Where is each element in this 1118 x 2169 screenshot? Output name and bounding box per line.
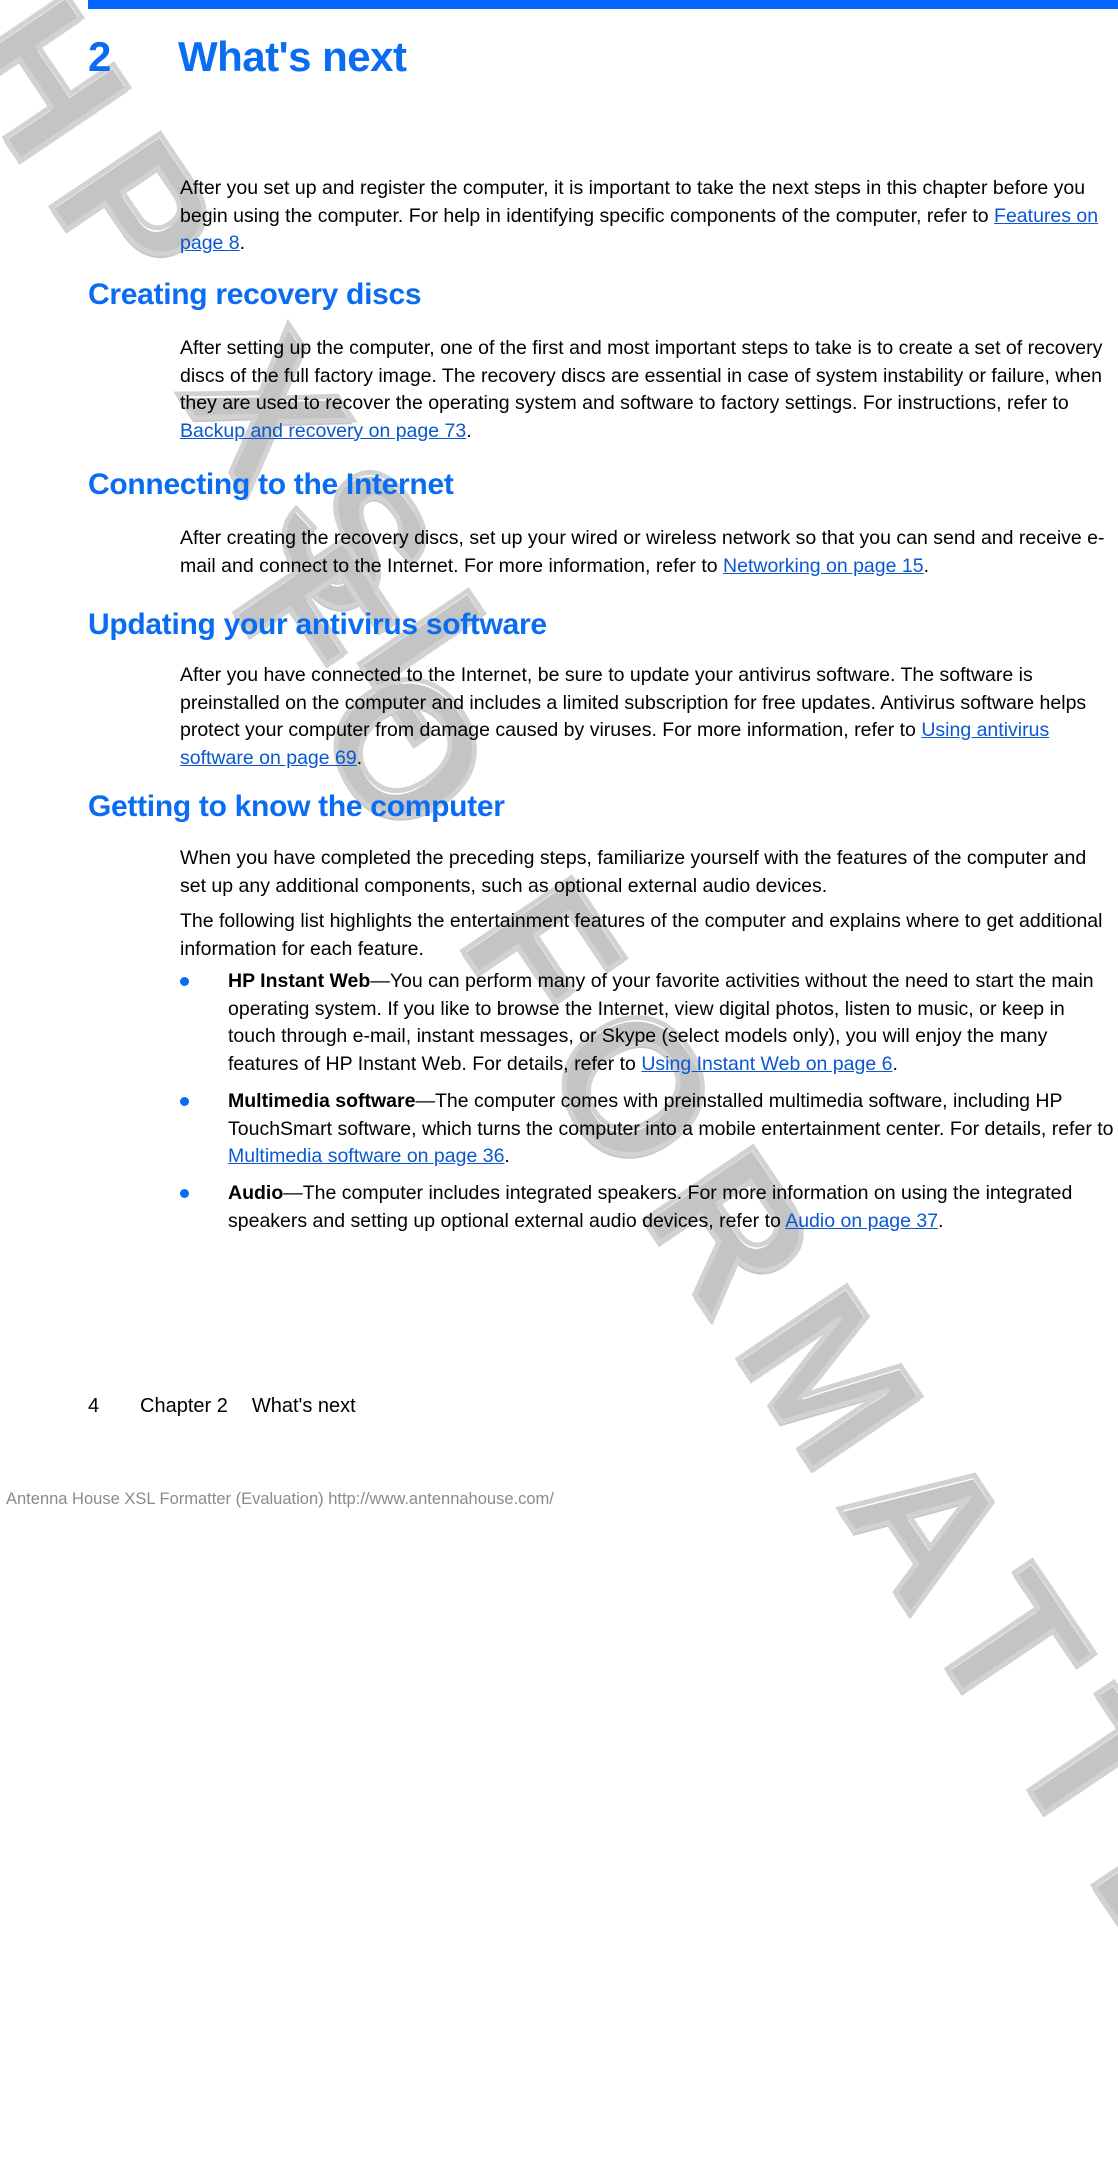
- list-item: Audio—The computer includes integrated s…: [180, 1180, 1115, 1235]
- link-audio-page-37[interactable]: Audio on page 37: [785, 1210, 938, 1232]
- section-2-text-tail: .: [356, 746, 363, 769]
- list-item-text: Audio—The computer includes integrated s…: [228, 1180, 1115, 1235]
- list-item: HP Instant Web—You can perform many of y…: [180, 968, 1115, 1078]
- list-item-text: Multimedia software—The computer comes w…: [228, 1088, 1115, 1171]
- link-backup-and-recovery-page-73[interactable]: Backup and recovery on page 73: [180, 420, 466, 442]
- link-using-instant-web-page-6[interactable]: Using Instant Web on page 6: [641, 1053, 892, 1075]
- list-item-body: —The computer includes integrated speake…: [228, 1182, 1073, 1232]
- bullet-dot-icon: [180, 977, 189, 986]
- footer-chapter-label: Chapter 2: [140, 1395, 228, 1417]
- intro-paragraph: After you set up and register the comput…: [180, 175, 1115, 258]
- bullet-dot-icon: [180, 1097, 189, 1106]
- footer-page-number: 4: [88, 1395, 100, 1417]
- evaluation-notice: Antenna House XSL Formatter (Evaluation)…: [6, 1490, 554, 1508]
- list-item-tail: .: [504, 1145, 510, 1167]
- top-blue-rule: [88, 0, 1118, 9]
- list-item-tail: .: [938, 1209, 944, 1232]
- paragraph-getting-to-know-2: The following list highlights the entert…: [180, 910, 1103, 960]
- section-1-text-tail: .: [923, 554, 929, 577]
- heading-creating-recovery-discs: Creating recovery discs: [88, 278, 422, 311]
- list-item-text: HP Instant Web—You can perform many of y…: [228, 968, 1115, 1078]
- paragraph-getting-to-know-1: When you have completed the preceding st…: [180, 847, 1087, 897]
- list-item-term: Multimedia software: [228, 1090, 416, 1112]
- link-multimedia-software-page-36[interactable]: Multimedia software on page 36: [228, 1145, 504, 1167]
- intro-text: After you set up and register the comput…: [180, 177, 1086, 227]
- page-title: 2 What's next: [88, 33, 407, 81]
- section-1-text: After creating the recovery discs, set u…: [180, 527, 1105, 577]
- link-networking-page-15[interactable]: Networking on page 15: [723, 555, 924, 577]
- footer-chapter-title: What's next: [251, 1395, 356, 1417]
- list-item-tail: .: [892, 1052, 898, 1075]
- page-footer: 4 Chapter 2 What's next: [88, 1395, 356, 1418]
- list-item-term: HP Instant Web: [228, 970, 371, 992]
- paragraph-updating-your-antivirus-software: After you have connected to the Internet…: [180, 662, 1115, 772]
- chapter-title-text: What's next: [178, 33, 407, 80]
- section-0-text-tail: .: [466, 419, 472, 442]
- paragraph-connecting-to-the-internet: After creating the recovery discs, set u…: [180, 525, 1115, 580]
- chapter-number: 2: [88, 33, 111, 80]
- heading-updating-your-antivirus-software: Updating your antivirus software: [88, 608, 547, 641]
- intro-text-tail: .: [239, 232, 246, 254]
- section-0-text: After setting up the computer, one of th…: [180, 337, 1103, 414]
- heading-connecting-to-the-internet: Connecting to the Internet: [88, 468, 454, 501]
- paragraph-creating-recovery-discs: After setting up the computer, one of th…: [180, 335, 1115, 445]
- heading-getting-to-know-the-computer: Getting to know the computer: [88, 790, 505, 823]
- list-item-term: Audio: [228, 1182, 284, 1204]
- list-item: Multimedia software—The computer comes w…: [180, 1088, 1115, 1171]
- bullet-dot-icon: [180, 1189, 189, 1198]
